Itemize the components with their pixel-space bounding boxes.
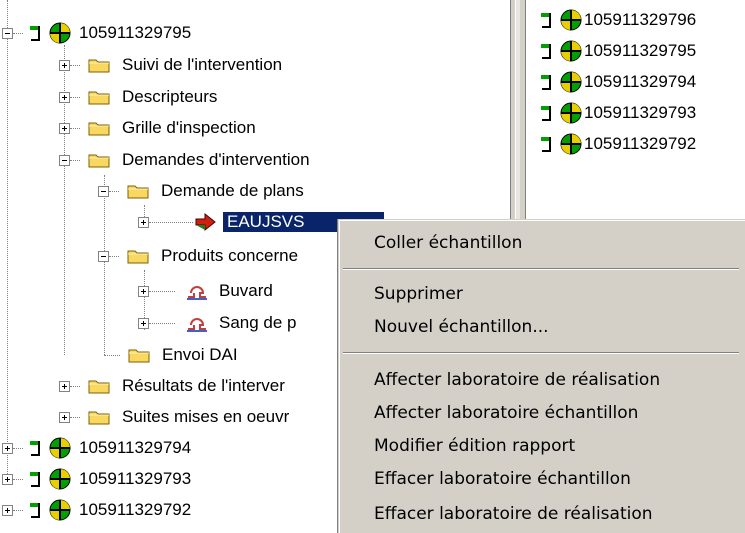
flag-icon — [30, 503, 40, 518]
list-item-label: 105911329795 — [584, 41, 697, 60]
expand-icon[interactable] — [59, 91, 70, 103]
tree-node-buvard[interactable]: Buvard — [138, 276, 275, 306]
status-ball-icon — [49, 499, 71, 521]
list-item-label: 105911329796 — [584, 10, 697, 29]
tree-node-root[interactable]: 105911329795 — [2, 18, 193, 48]
tree-node-suivi[interactable]: Suivi de l'intervention — [59, 50, 284, 80]
status-ball-icon — [560, 9, 582, 31]
tree-node-label: Demandes d'intervention — [122, 150, 310, 169]
list-item-label: 105911329792 — [584, 134, 697, 153]
tree-node-descripteurs[interactable]: Descripteurs — [59, 82, 219, 112]
tree-node-label: Résultats de l'interver — [122, 376, 285, 395]
tree-node-envoi[interactable]: Envoi DAI — [104, 340, 240, 370]
tree-node-label: 105911329793 — [79, 469, 192, 488]
menu-item-nouvel-echantillon[interactable]: Nouvel échantillon... — [374, 312, 549, 342]
status-ball-icon — [560, 102, 582, 124]
folder-icon — [88, 154, 110, 168]
tree-node-label: Demande de plans — [161, 181, 304, 200]
tree-node-label: Envoi DAI — [162, 345, 238, 364]
status-ball-icon — [49, 468, 71, 490]
list-item[interactable]: 105911329795 — [536, 36, 696, 66]
menu-item-effacer-labo-realisation[interactable]: Effacer laboratoire de réalisation — [374, 499, 653, 529]
tree-node-sibling[interactable]: 105911329792 — [2, 495, 193, 525]
menu-separator — [343, 268, 739, 270]
folder-icon — [88, 380, 110, 394]
expand-icon[interactable] — [138, 216, 149, 228]
expand-icon[interactable] — [59, 59, 70, 71]
menu-item-affecter-labo-realisation[interactable]: Affecter laboratoire de réalisation — [374, 365, 660, 395]
context-menu: Coller échantillon Supprimer Nouvel écha… — [338, 219, 745, 533]
list-item[interactable]: 105911329796 — [536, 5, 696, 35]
folder-icon — [127, 185, 149, 199]
tree-node-produits[interactable]: Produits concerne — [98, 241, 300, 271]
expand-icon[interactable] — [59, 122, 70, 134]
tree-node-label: Buvard — [219, 281, 273, 300]
tree-node-label: Sang de p — [219, 313, 297, 332]
expand-icon[interactable] — [2, 442, 13, 454]
collapse-icon[interactable] — [98, 250, 109, 262]
tree-node-sang[interactable]: Sang de p — [138, 308, 299, 338]
list-item[interactable]: 105911329793 — [536, 98, 696, 128]
menu-item-coller-echantillon[interactable]: Coller échantillon — [374, 228, 522, 258]
tree-node-label: Descripteurs — [122, 87, 218, 106]
tree-node-label: 105911329795 — [79, 23, 192, 42]
flag-icon — [541, 44, 551, 59]
tree-node-demande-plans[interactable]: Demande de plans — [98, 176, 306, 206]
tree-node-sibling[interactable]: 105911329793 — [2, 464, 193, 494]
tree-node-label: Suivi de l'intervention — [122, 55, 283, 74]
collapse-icon[interactable] — [2, 27, 13, 39]
folder-icon — [127, 250, 149, 264]
menu-item-supprimer[interactable]: Supprimer — [374, 279, 463, 309]
tree-node-sibling[interactable]: 105911329794 — [2, 433, 193, 463]
folder-icon — [128, 349, 150, 363]
list-item[interactable]: 105911329792 — [536, 129, 696, 159]
tree-node-demandes[interactable]: Demandes d'intervention — [59, 145, 312, 175]
menu-item-affecter-labo-echantillon[interactable]: Affecter laboratoire échantillon — [374, 398, 638, 428]
menu-item-effacer-labo-echantillon[interactable]: Effacer laboratoire échantillon — [374, 464, 631, 494]
status-ball-icon — [49, 22, 71, 44]
flag-icon — [541, 13, 551, 28]
folder-icon — [88, 59, 110, 73]
expand-icon[interactable] — [2, 504, 13, 516]
collapse-icon[interactable] — [59, 154, 70, 166]
flag-icon — [30, 26, 40, 41]
product-icon — [187, 318, 207, 332]
status-ball-icon — [560, 133, 582, 155]
tree-node-resultats[interactable]: Résultats de l'interver — [59, 371, 287, 401]
menu-item-modifier-edition-rapport[interactable]: Modifier édition rapport — [374, 431, 575, 461]
expand-icon[interactable] — [138, 317, 149, 329]
flag-icon — [541, 75, 551, 90]
expand-icon[interactable] — [2, 473, 13, 485]
folder-icon — [88, 411, 110, 425]
tree-node-suites[interactable]: Suites mises en oeuvr — [59, 402, 291, 432]
tree-node-grille[interactable]: Grille d'inspection — [59, 113, 258, 143]
flag-icon — [30, 441, 40, 456]
folder-icon — [88, 91, 110, 105]
folder-icon — [88, 122, 110, 136]
product-icon — [187, 286, 207, 300]
list-item-label: 105911329794 — [584, 72, 697, 91]
tree-node-label: Produits concerne — [161, 246, 299, 265]
tree-node-label: 105911329794 — [79, 438, 192, 457]
expand-icon[interactable] — [138, 285, 149, 297]
status-ball-icon — [560, 71, 582, 93]
flag-icon — [541, 106, 551, 121]
status-ball-icon — [49, 437, 71, 459]
list-item[interactable]: 105911329794 — [536, 67, 696, 97]
list-item-label: 105911329793 — [584, 103, 697, 122]
menu-separator — [343, 352, 739, 354]
tree-node-label: Grille d'inspection — [122, 118, 256, 137]
tree-node-label: 105911329792 — [79, 500, 192, 519]
flag-icon — [30, 472, 40, 487]
expand-icon[interactable] — [59, 411, 70, 423]
expand-icon[interactable] — [59, 380, 70, 392]
collapse-icon[interactable] — [98, 185, 109, 197]
arrow-right-icon — [195, 212, 216, 232]
flag-icon — [541, 137, 551, 152]
status-ball-icon — [560, 40, 582, 62]
tree-node-label: Suites mises en oeuvr — [122, 407, 290, 426]
